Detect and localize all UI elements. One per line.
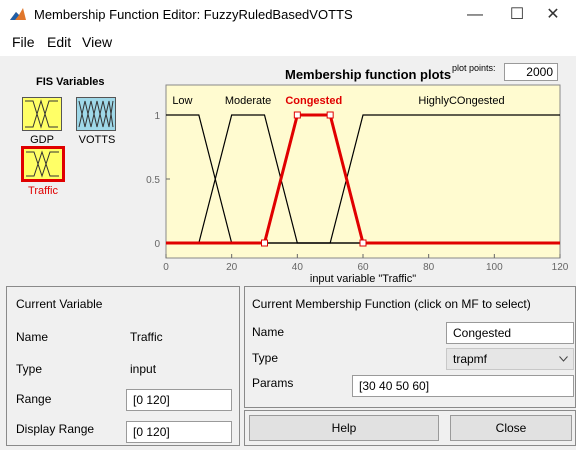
mf-type-label: Type [252, 351, 279, 365]
close-button[interactable]: Close [450, 415, 572, 441]
mf-label-moderate: Moderate [225, 95, 271, 107]
y-tick-label: 0.5 [146, 175, 160, 186]
x-tick-label: 80 [423, 262, 435, 273]
mf-handle [359, 239, 367, 247]
y-tick-label: 1 [154, 111, 160, 122]
mf-handle [261, 239, 268, 247]
x-axis-label: input variable "Traffic" [310, 273, 416, 285]
x-tick-label: 0 [163, 262, 169, 273]
chevron-down-icon [559, 356, 568, 362]
plot-area [165, 84, 561, 259]
mf-handle [326, 111, 334, 119]
variable-type-label: Type [16, 362, 43, 376]
display-range-input[interactable]: [0 120] [126, 421, 232, 443]
mf-type-value: trapmf [453, 352, 488, 366]
mf-handle [293, 111, 301, 119]
current-variable-title: Current Variable [16, 297, 103, 311]
variable-type-value: input [130, 362, 157, 376]
membership-function-plot[interactable]: 0 0.5 1 0 20 40 60 80 100 120 input variable "Traf… [0, 0, 576, 290]
help-button[interactable]: Help [249, 415, 439, 441]
x-tick-label: 120 [552, 262, 569, 273]
range-input[interactable]: [0 120] [126, 389, 232, 411]
x-tick-label: 60 [357, 262, 369, 273]
mf-name-label: Name [252, 325, 285, 339]
current-mf-title: Current Membership Function (click on MF… [252, 297, 531, 311]
mf-name-input[interactable]: Congested [446, 322, 574, 344]
variable-name-label: Name [16, 330, 49, 344]
x-tick-label: 100 [486, 262, 503, 273]
mf-type-select[interactable]: trapmf [446, 348, 574, 370]
params-label: Params [252, 376, 294, 390]
mf-label-congested: Congested [285, 95, 342, 107]
mf-label-low: Low [172, 95, 192, 107]
variable-name-value: Traffic [130, 330, 163, 344]
x-tick-label: 20 [226, 262, 238, 273]
x-tick-label: 40 [292, 262, 304, 273]
y-tick-label: 0 [154, 239, 160, 250]
params-input[interactable]: [30 40 50 60] [352, 375, 574, 397]
display-range-label: Display Range [16, 422, 95, 436]
mf-label-highlycongested: HighlyCOngested [418, 95, 504, 107]
range-label: Range [16, 392, 52, 406]
